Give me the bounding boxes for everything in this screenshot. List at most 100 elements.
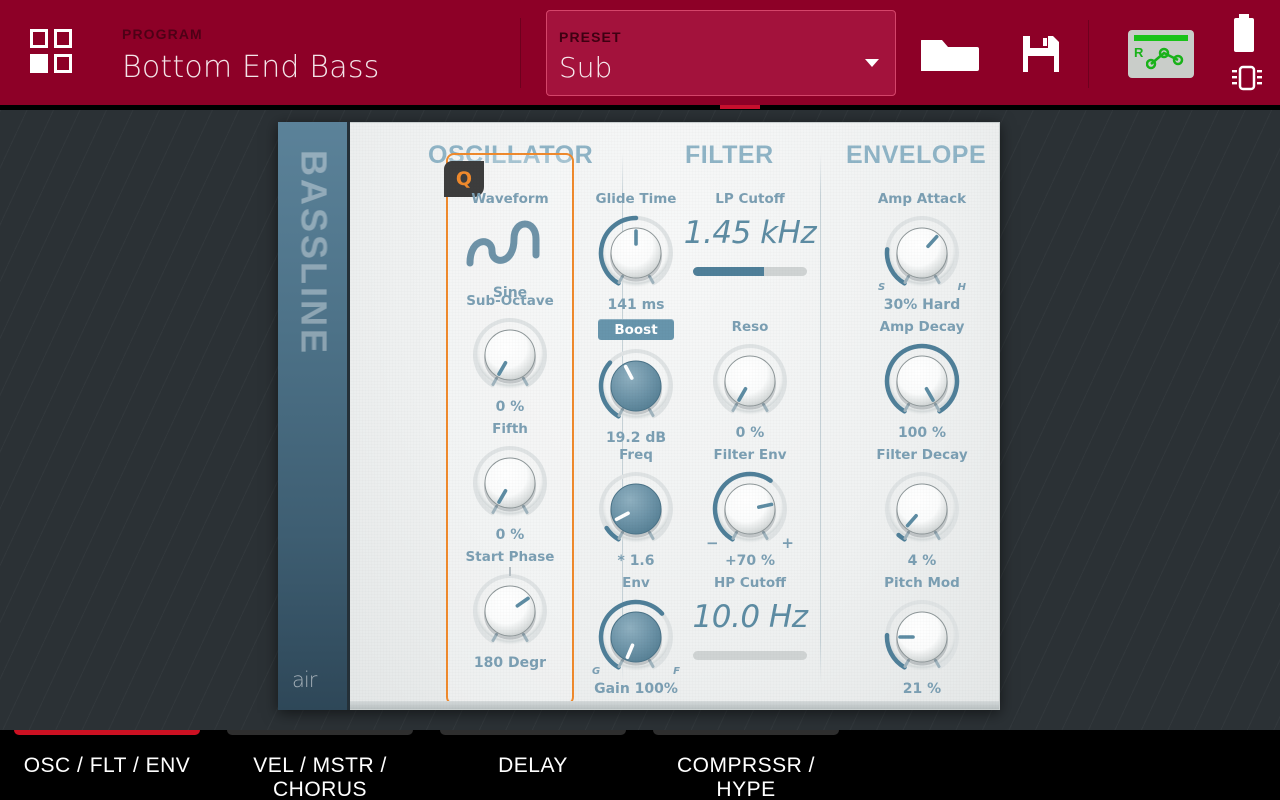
filter-env-knob[interactable]: −+ (708, 467, 792, 551)
reso-knob[interactable] (708, 339, 792, 423)
tab-label: OSC / FLT / ENV (14, 754, 200, 778)
boost-value: 19.2 dB (572, 430, 700, 446)
waveform-label: Waveform (446, 191, 574, 207)
sub-octave-label: Sub-Octave (446, 293, 574, 309)
program-block[interactable]: PROGRAM Bottom End Bass (122, 26, 379, 85)
plugin-face: OSCILLATOR FILTER ENVELOPE Q Waveform Si… (350, 122, 1000, 710)
bottom-tab-bar: OSC / FLT / ENV VEL / MSTR / CHORUS DELA… (0, 730, 1280, 800)
boost-knob[interactable] (594, 344, 678, 428)
control-reso[interactable]: Reso 0 % (686, 319, 814, 441)
app-header: PROGRAM Bottom End Bass PRESET Sub (0, 0, 1280, 105)
knob-range-mark-min: G (592, 666, 600, 677)
program-label: PROGRAM (122, 26, 379, 42)
control-lp-cutoff[interactable]: LP Cutoff 1.45 kHz (660, 191, 840, 276)
hp-cutoff-value: 10.0 Hz (660, 599, 840, 635)
chevron-down-icon[interactable] (865, 59, 879, 67)
lp-cutoff-label: LP Cutoff (660, 191, 840, 207)
tab-indicator (227, 730, 413, 735)
preset-value: Sub (559, 51, 612, 84)
grid-cell-3 (30, 54, 48, 73)
tab-osc-flt-env[interactable]: OSC / FLT / ENV (14, 730, 200, 800)
section-title-filter: FILTER (685, 141, 774, 170)
automation-bar (1134, 35, 1188, 41)
grid-cell-2 (54, 29, 72, 48)
control-start-phase[interactable]: Start Phase 180 Degr (446, 549, 574, 671)
filter-decay-value: 4 % (858, 553, 986, 569)
glide-time-value: 141 ms (572, 297, 700, 313)
control-amp-attack[interactable]: Amp Attack SH 30% Hard (858, 191, 986, 313)
lp-cutoff-value: 1.45 kHz (660, 215, 840, 251)
start-phase-knob[interactable] (468, 569, 552, 653)
automation-r-icon[interactable]: R (1128, 30, 1194, 78)
filter-env-value: +70 % (686, 553, 814, 569)
knob-range-mark-max: H (958, 282, 966, 293)
filter-decay-knob[interactable] (880, 467, 964, 551)
bassline-plugin-panel: BASSLINE air OSCILLATOR FILTER ENVELOPE … (278, 122, 1000, 710)
control-amp-decay[interactable]: Amp Decay 100 % (858, 319, 986, 441)
tab-label: DELAY (440, 754, 626, 778)
folder-icon[interactable] (921, 34, 979, 79)
freq-label: Freq (572, 447, 700, 463)
tab-indicator (653, 730, 839, 735)
preset-selector[interactable]: PRESET Sub (546, 10, 896, 96)
control-hp-cutoff[interactable]: HP Cutoff 10.0 Hz (660, 575, 840, 660)
panel-bottom-bar (350, 701, 999, 709)
tab-delay[interactable]: DELAY (440, 730, 626, 800)
start-phase-value: 180 Degr (446, 655, 574, 671)
save-icon[interactable] (1021, 34, 1061, 79)
amp-attack-label: Amp Attack (858, 191, 986, 207)
pitch-mod-knob[interactable] (880, 595, 964, 679)
control-filter-decay[interactable]: Filter Decay 4 % (858, 447, 986, 569)
sub-octave-value: 0 % (446, 399, 574, 415)
tab-label: VEL / MSTR / CHORUS (227, 754, 413, 800)
amp-decay-value: 100 % (858, 425, 986, 441)
grid-cell-1 (30, 29, 48, 48)
active-tab-indicator-top (720, 105, 760, 109)
reso-value: 0 % (686, 425, 814, 441)
tab-indicator (440, 730, 626, 735)
amp-decay-knob[interactable] (880, 339, 964, 423)
control-filter-env[interactable]: Filter Env −+ +70 % (686, 447, 814, 569)
battery-icon[interactable] (1234, 18, 1254, 52)
pitch-mod-value: 21 % (858, 681, 986, 697)
start-phase-label: Start Phase (446, 549, 574, 565)
sub-octave-knob[interactable] (468, 313, 552, 397)
boost-button[interactable]: Boost (598, 319, 674, 340)
freq-value: * 1.6 (572, 553, 700, 569)
pitch-mod-label: Pitch Mod (858, 575, 986, 591)
filter-env-label: Filter Env (686, 447, 814, 463)
control-sub-octave[interactable]: Sub-Octave 0 % (446, 293, 574, 415)
freq-knob[interactable] (594, 467, 678, 551)
tab-label: COMPRSSR / HYPE (653, 754, 839, 800)
lp-cutoff-slider[interactable] (693, 267, 807, 276)
section-title-envelope: ENVELOPE (846, 141, 986, 170)
filter-decay-label: Filter Decay (858, 447, 986, 463)
chip-icon[interactable] (1230, 62, 1264, 99)
amp-attack-knob[interactable]: SH (880, 211, 964, 295)
header-divider-2 (1088, 20, 1089, 88)
knob-range-mark-min: S (878, 282, 885, 293)
air-logo: air (292, 668, 316, 692)
control-waveform[interactable]: Waveform Sine (446, 191, 574, 301)
control-boost[interactable]: Boost 19.2 dB (572, 319, 700, 446)
control-fifth[interactable]: Fifth 0 % (446, 421, 574, 543)
hp-cutoff-slider[interactable] (693, 651, 807, 660)
knob-center-tick (509, 567, 511, 576)
knob-range-mark-max: + (781, 534, 794, 552)
knob-range-mark-max: F (673, 666, 680, 677)
automation-letter: R (1134, 45, 1143, 60)
header-divider-1 (520, 18, 521, 88)
fifth-knob[interactable] (468, 441, 552, 525)
plugin-title: BASSLINE (293, 147, 335, 359)
hp-cutoff-label: HP Cutoff (660, 575, 840, 591)
tab-active-indicator (14, 730, 200, 735)
control-freq[interactable]: Freq * 1.6 (572, 447, 700, 569)
amp-decay-label: Amp Decay (858, 319, 986, 335)
control-pitch-mod[interactable]: Pitch Mod 21 % (858, 575, 986, 697)
grid-menu-icon[interactable] (30, 29, 74, 75)
reso-label: Reso (686, 319, 814, 335)
grid-cell-4 (54, 54, 72, 73)
tab-comprssr-hype[interactable]: COMPRSSR / HYPE (653, 730, 839, 800)
sine-wave-icon (460, 211, 560, 279)
tab-vel-mstr-chorus[interactable]: VEL / MSTR / CHORUS (227, 730, 413, 800)
